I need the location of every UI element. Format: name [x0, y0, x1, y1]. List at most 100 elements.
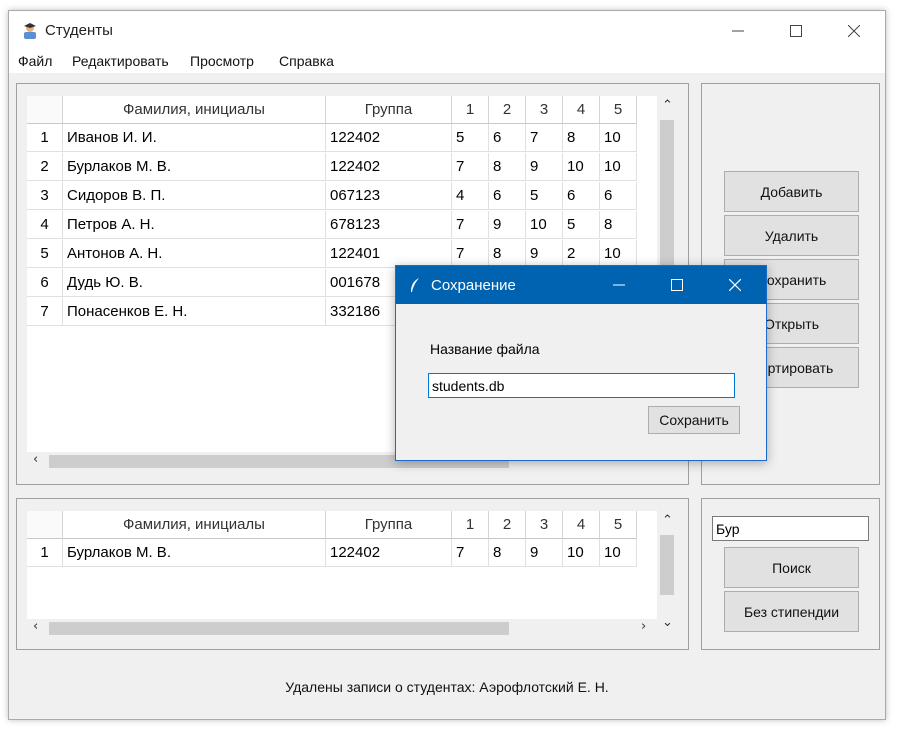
cell-grade-1: 7	[452, 153, 489, 181]
cell-grade-2: 9	[489, 211, 526, 239]
header-name[interactable]: Фамилия, инициалы	[63, 96, 326, 124]
maximize-icon	[790, 25, 802, 37]
delete-button[interactable]: Удалить	[724, 215, 859, 256]
cell-grade-1: 7	[452, 211, 489, 239]
search-table-vscroll[interactable]: ⌃ ⌄	[657, 511, 677, 635]
dialog-title: Сохранение	[431, 277, 516, 294]
cell-grade-4: 8	[563, 124, 600, 152]
minimize-icon	[613, 284, 625, 286]
header-grade-2[interactable]: 2	[489, 511, 526, 539]
menu-file[interactable]: Файл	[18, 53, 52, 69]
menu-bar: Файл Редактировать Просмотр Справка	[9, 51, 885, 73]
header-group[interactable]: Группа	[326, 511, 452, 539]
cell-group: 678123	[326, 211, 452, 239]
cell-grade-2: 8	[489, 240, 526, 268]
menu-help[interactable]: Справка	[279, 53, 334, 69]
scroll-right-arrow-icon[interactable]: ›	[641, 619, 646, 634]
dialog-title-bar: Сохранение	[396, 266, 766, 304]
status-text: Удалены записи о студентах: Аэрофлотский…	[285, 679, 609, 695]
header-grade-5[interactable]: 5	[600, 96, 637, 124]
row-number: 1	[27, 124, 63, 152]
cell-name: Иванов И. И.	[63, 124, 326, 152]
header-grade-5[interactable]: 5	[600, 511, 637, 539]
maximize-button[interactable]	[767, 11, 825, 51]
dialog-minimize-button[interactable]	[590, 266, 648, 304]
maximize-icon	[671, 279, 683, 291]
filename-label: Название файла	[430, 341, 540, 357]
header-group[interactable]: Группа	[326, 96, 452, 124]
cell-name: Бурлаков М. В.	[63, 539, 326, 567]
cell-grade-4: 5	[563, 211, 600, 239]
cell-grade-1: 7	[452, 539, 489, 567]
close-button[interactable]	[825, 11, 883, 51]
cell-grade-3: 10	[526, 211, 563, 239]
cell-group: 067123	[326, 182, 452, 210]
row-number: 1	[27, 539, 63, 567]
cell-name: Бурлаков М. В.	[63, 153, 326, 181]
header-grade-3[interactable]: 3	[526, 511, 563, 539]
cell-grade-3: 5	[526, 182, 563, 210]
header-grade-4[interactable]: 4	[563, 511, 600, 539]
search-results-frame: Фамилия, инициалы Группа 1 2 3 4 5 1 Бурл…	[16, 498, 689, 650]
minimize-button[interactable]	[709, 11, 767, 51]
row-number: 6	[27, 269, 63, 297]
cell-group: 122402	[326, 153, 452, 181]
no-scholarship-button[interactable]: Без стипендии	[724, 591, 859, 632]
header-grade-4[interactable]: 4	[563, 96, 600, 124]
table-corner	[27, 511, 63, 539]
cell-grade-5: 10	[600, 153, 637, 181]
title-bar: Студенты	[9, 11, 885, 51]
cell-name: Антонов А. Н.	[63, 240, 326, 268]
menu-edit[interactable]: Редактировать	[72, 53, 169, 69]
cell-name: Петров А. Н.	[63, 211, 326, 239]
search-frame: Поиск Без стипендии	[701, 498, 880, 650]
cell-grade-5: 6	[600, 182, 637, 210]
header-grade-2[interactable]: 2	[489, 96, 526, 124]
scroll-up-arrow-icon[interactable]: ⌃	[662, 98, 673, 113]
row-number: 5	[27, 240, 63, 268]
dialog-close-button[interactable]	[706, 266, 764, 304]
scroll-down-arrow-icon[interactable]: ⌄	[662, 615, 673, 630]
cell-grade-3: 9	[526, 153, 563, 181]
table-corner	[27, 96, 63, 124]
header-name[interactable]: Фамилия, инициалы	[63, 511, 326, 539]
header-grade-3[interactable]: 3	[526, 96, 563, 124]
menu-view[interactable]: Просмотр	[190, 53, 254, 69]
scroll-up-arrow-icon[interactable]: ⌃	[662, 513, 673, 528]
cell-grade-5: 10	[600, 240, 637, 268]
minimize-icon	[732, 30, 744, 32]
cell-grade-4: 2	[563, 240, 600, 268]
students-app-icon	[24, 23, 36, 39]
row-number: 3	[27, 182, 63, 210]
close-icon	[848, 25, 860, 37]
search-button[interactable]: Поиск	[724, 547, 859, 588]
hscroll-thumb[interactable]	[49, 622, 509, 635]
cell-name: Сидоров В. П.	[63, 182, 326, 210]
close-icon	[729, 279, 741, 291]
header-grade-1[interactable]: 1	[452, 96, 489, 124]
cell-name: Дудь Ю. В.	[63, 269, 326, 297]
cell-grade-1: 4	[452, 182, 489, 210]
dialog-save-button[interactable]: Сохранить	[648, 406, 740, 434]
cell-grade-3: 9	[526, 539, 563, 567]
header-grade-1[interactable]: 1	[452, 511, 489, 539]
search-table-hscroll[interactable]: ‹ ›	[27, 619, 657, 637]
search-results-table: Фамилия, инициалы Группа 1 2 3 4 5 1 Бурл…	[27, 511, 657, 619]
search-input[interactable]	[712, 516, 869, 541]
cell-grade-5: 8	[600, 211, 637, 239]
cell-grade-2: 6	[489, 182, 526, 210]
cell-grade-2: 8	[489, 539, 526, 567]
cell-grade-4: 10	[563, 539, 600, 567]
cell-grade-2: 8	[489, 153, 526, 181]
dialog-maximize-button[interactable]	[648, 266, 706, 304]
vscroll-thumb[interactable]	[660, 535, 674, 595]
scroll-left-arrow-icon[interactable]: ‹	[33, 452, 38, 467]
feather-icon	[411, 278, 419, 292]
cell-group: 122402	[326, 124, 452, 152]
cell-grade-5: 10	[600, 539, 637, 567]
row-number: 4	[27, 211, 63, 239]
filename-input[interactable]	[428, 373, 735, 398]
scroll-left-arrow-icon[interactable]: ‹	[33, 619, 38, 634]
cell-grade-4: 10	[563, 153, 600, 181]
add-button[interactable]: Добавить	[724, 171, 859, 212]
